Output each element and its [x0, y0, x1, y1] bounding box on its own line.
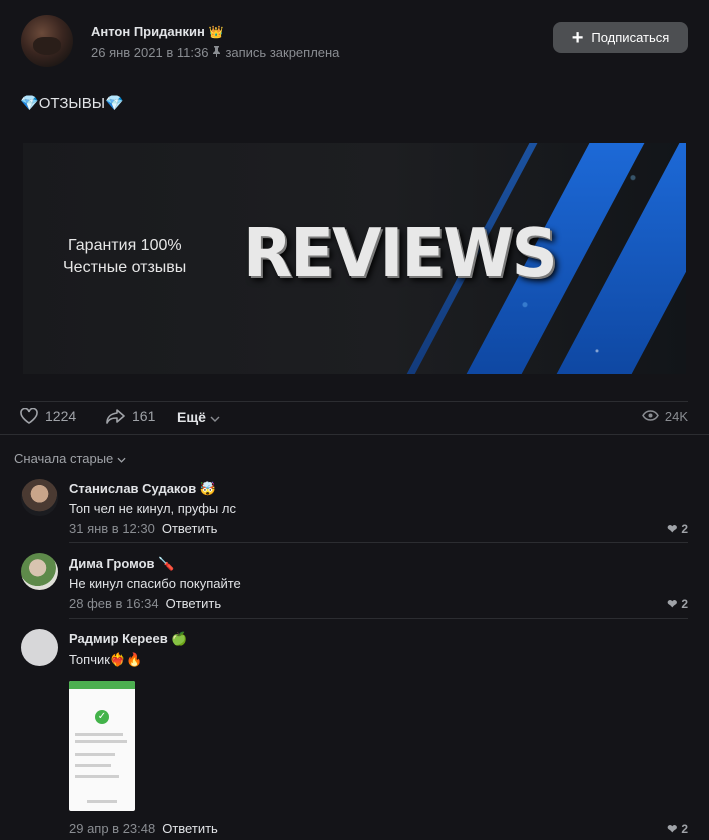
likes-count: 1224 — [45, 408, 77, 424]
thumb-line — [75, 733, 123, 736]
reply-button[interactable]: Ответить — [162, 521, 218, 536]
comment-likes-count: 2 — [681, 522, 688, 536]
post-title: 💎ОТЗЫВЫ💎 — [20, 94, 124, 112]
views-count: 24K — [664, 409, 688, 424]
comment-date[interactable]: 28 фев в 16:34 — [69, 596, 159, 611]
comment-like-button[interactable]: ❤ 2 — [667, 822, 688, 836]
comment-like-button[interactable]: ❤ 2 — [667, 597, 688, 611]
thumb-line — [75, 740, 127, 743]
gem-icon: 💎 — [20, 95, 39, 112]
gem-icon: 💎 — [104, 95, 124, 112]
subscribe-button[interactable]: + Подписаться — [553, 22, 688, 53]
emoji-badge-icon: 🪛 — [158, 556, 175, 571]
comment-text: Топ чел не кинул, пруфы лс — [69, 501, 236, 516]
comment-date[interactable]: 29 апр в 23:48 — [69, 821, 155, 836]
reply-button[interactable]: Ответить — [162, 821, 218, 836]
subscribe-label: Подписаться — [591, 30, 670, 45]
commenter-name-text[interactable]: Станислав Судаков — [69, 481, 196, 496]
share-icon — [106, 408, 125, 424]
comments-sort-dropdown[interactable]: Сначала старые — [14, 451, 126, 466]
commenter-name[interactable]: Станислав Судаков 🤯 — [69, 481, 216, 497]
comment-likes-count: 2 — [681, 822, 688, 836]
heart-icon — [20, 408, 38, 424]
thumb-line — [75, 775, 119, 778]
comment-like-button[interactable]: ❤ 2 — [667, 522, 688, 536]
emoji-badge-icon: 🤯 — [199, 481, 217, 496]
shares-count: 161 — [132, 408, 156, 424]
chevron-down-icon — [210, 409, 220, 425]
comment-date[interactable]: 31 янв в 12:30 — [69, 521, 155, 536]
views-counter: 24K — [641, 409, 688, 424]
banner-headline: REVIEWS — [243, 215, 558, 293]
more-label: Ещё — [177, 409, 206, 425]
banner-line2: Честные отзывы — [63, 259, 187, 276]
heart-icon: ❤ — [667, 597, 678, 611]
thumb-line — [75, 764, 111, 767]
check-icon: ✓ — [95, 710, 109, 724]
like-button[interactable]: 1224 — [20, 408, 76, 424]
divider — [69, 618, 688, 619]
heart-icon: ❤ — [667, 522, 678, 536]
heart-icon: ❤ — [667, 822, 678, 836]
commenter-avatar[interactable] — [21, 479, 58, 516]
post-date[interactable]: 26 янв 2021 в 11:36 — [91, 45, 208, 60]
emoji-badge-icon: 🍏 — [171, 631, 188, 646]
post-title-text: ОТЗЫВЫ — [38, 95, 105, 112]
author-name-text[interactable]: Антон Приданкин — [91, 24, 205, 39]
banner-line1: Гарантия 100% — [68, 237, 182, 254]
thumb-statusbar — [69, 681, 135, 689]
commenter-name[interactable]: Радмир Кереев 🍏 — [69, 631, 188, 647]
comment-attachment-image[interactable]: ✓ — [69, 681, 135, 811]
chevron-down-icon — [117, 451, 126, 466]
comment-text-body: Топчик — [69, 652, 110, 667]
pinned-note: запись закреплена — [225, 45, 340, 60]
more-button[interactable]: Ещё — [177, 409, 220, 425]
post-banner-image[interactable]: Гарантия 100% Честные отзывы REVIEWS — [23, 143, 686, 374]
comment-meta: 28 фев в 16:34 Ответить — [69, 596, 221, 611]
fire-heart-icon: ❤️‍🔥🔥 — [109, 652, 143, 667]
commenter-avatar[interactable] — [21, 553, 58, 590]
reply-button[interactable]: Ответить — [166, 596, 222, 611]
divider — [69, 542, 688, 543]
comment-meta: 29 апр в 23:48 Ответить — [69, 821, 218, 836]
commenter-name-text[interactable]: Радмир Кереев — [69, 631, 168, 646]
post-meta: 26 янв 2021 в 11:36 запись закреплена — [91, 45, 339, 60]
sort-label: Сначала старые — [14, 451, 114, 466]
divider — [0, 434, 709, 435]
plus-icon: + — [571, 26, 584, 49]
comment-meta: 31 янв в 12:30 Ответить — [69, 521, 217, 536]
comment-text: Топчик❤️‍🔥🔥 — [69, 652, 142, 668]
commenter-name-text[interactable]: Дима Громов — [69, 556, 155, 571]
eye-icon — [641, 409, 659, 424]
share-button[interactable]: 161 — [106, 408, 155, 424]
comment-likes-count: 2 — [681, 597, 688, 611]
crown-icon: 👑 — [208, 25, 224, 39]
comment-text: Не кинул спасибо покупайте — [69, 576, 241, 591]
commenter-avatar[interactable] — [21, 629, 58, 666]
thumb-line — [75, 753, 115, 756]
author-avatar[interactable] — [21, 15, 73, 67]
divider — [20, 401, 688, 402]
commenter-name[interactable]: Дима Громов 🪛 — [69, 556, 174, 572]
author-name[interactable]: Антон Приданкин 👑 — [91, 24, 224, 39]
thumb-line — [87, 800, 117, 803]
pin-icon — [212, 45, 221, 60]
